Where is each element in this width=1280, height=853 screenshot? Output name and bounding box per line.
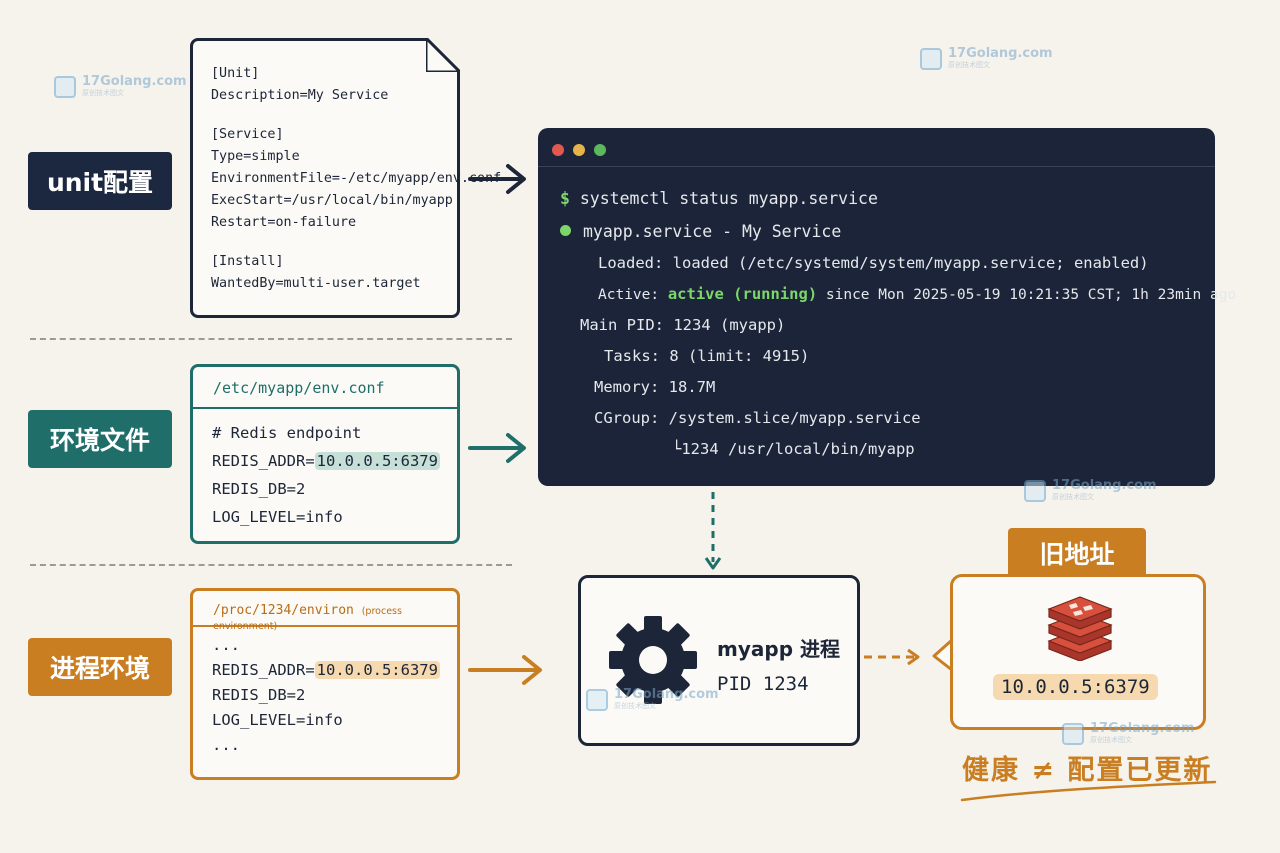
- arrow-right-icon: [468, 655, 542, 685]
- watermark-logo-icon: [54, 75, 76, 98]
- row-label-proc: 进程环境: [28, 638, 172, 696]
- row-divider: [30, 338, 512, 340]
- unit-line: WantedBy=multi-user.target: [211, 276, 421, 291]
- watermark-logo-icon: [1024, 479, 1046, 502]
- watermark-logo-icon: [1062, 722, 1084, 745]
- old-address-value: 10.0.0.5:6379: [993, 674, 1158, 700]
- conclusion-caption: 健康 ≠ 配置已更新: [962, 755, 1213, 786]
- proc-ellipsis: ...: [212, 736, 240, 754]
- unit-line: EnvironmentFile=-/etc/myapp/env.conf: [211, 171, 502, 186]
- watermark: 17Golang.com 原创技术图文: [920, 47, 1053, 70]
- process-pid: PID 1234: [717, 673, 809, 695]
- proc-env-path: /proc/1234/environ (process environment): [193, 591, 457, 632]
- minimize-dot-icon: [573, 144, 585, 156]
- terminal-cgroup-child: └1234 /usr/local/bin/myapp: [672, 440, 915, 458]
- terminal-command: $ systemctl status myapp.service: [560, 189, 878, 208]
- window-controls: [552, 144, 606, 156]
- status-dot-icon: [560, 225, 571, 236]
- env-file-card: /etc/myapp/env.conf # Redis endpoint RED…: [190, 364, 460, 544]
- unit-line: [Unit]: [211, 66, 260, 81]
- row-divider: [30, 564, 512, 566]
- unit-line: [Service]: [211, 127, 284, 142]
- terminal-service-line: myapp.service - My Service: [560, 222, 841, 241]
- proc-addr-line: REDIS_ADDR= 10.0.0.5:6379: [212, 661, 440, 679]
- unit-line: Restart=on-failure: [211, 215, 357, 230]
- terminal-loaded: Loaded: loaded (/etc/systemd/system/myap…: [598, 254, 1149, 272]
- env-db-line: REDIS_DB=2: [212, 480, 306, 498]
- terminal-cgroup: CGroup: /system.slice/myapp.service: [594, 409, 921, 427]
- env-log-line: LOG_LEVEL=info: [212, 508, 343, 526]
- watermark: 17Golang.com 原创技术图文: [1062, 722, 1195, 745]
- row-label-unit: unit配置: [28, 152, 172, 210]
- watermark-logo-icon: [586, 688, 608, 711]
- document-icon: [426, 38, 460, 72]
- old-address-box: 10.0.0.5:6379: [950, 574, 1206, 730]
- watermark: 17Golang.com 原创技术图文: [1024, 479, 1157, 502]
- unit-line: [Install]: [211, 254, 284, 269]
- terminal-window: $ systemctl status myapp.service myapp.s…: [538, 128, 1236, 486]
- dashed-arrow-icon: [704, 492, 722, 570]
- process-title: myapp 进程: [717, 637, 840, 661]
- terminal-memory: Memory: 18.7M: [594, 378, 716, 396]
- terminal-tasks: Tasks: 8 (limit: 4915): [604, 347, 810, 365]
- env-addr-value: 10.0.0.5:6379: [314, 452, 440, 470]
- old-address-tag: 旧地址: [1008, 528, 1146, 578]
- proc-log-line: LOG_LEVEL=info: [212, 711, 343, 729]
- arrow-right-icon: [468, 433, 526, 463]
- env-file-path: /etc/myapp/env.conf: [193, 367, 457, 409]
- proc-addr-value: 10.0.0.5:6379: [314, 661, 440, 679]
- terminal-active: Active: active (running) since Mon 2025-…: [598, 285, 1237, 303]
- close-dot-icon: [552, 144, 564, 156]
- watermark: 17Golang.com 原创技术图文: [586, 688, 719, 711]
- process-box: myapp 进程 PID 1234: [578, 575, 860, 746]
- env-addr-line: REDIS_ADDR= 10.0.0.5:6379: [212, 452, 440, 470]
- terminal-pid: Main PID: 1234 (myapp): [580, 316, 786, 334]
- unit-file-card: [Unit] Description=My Service [Service] …: [190, 38, 502, 318]
- proc-ellipsis: ...: [212, 636, 240, 654]
- unit-line: ExecStart=/usr/local/bin/myapp: [211, 193, 453, 208]
- dashed-arrow-icon: [864, 648, 920, 666]
- watermark-logo-icon: [920, 47, 942, 70]
- proc-db-line: REDIS_DB=2: [212, 686, 306, 704]
- maximize-dot-icon: [594, 144, 606, 156]
- env-comment: # Redis endpoint: [212, 424, 362, 442]
- unit-line: Description=My Service: [211, 88, 389, 103]
- proc-env-card: /proc/1234/environ (process environment)…: [190, 588, 460, 780]
- row-label-env: 环境文件: [28, 410, 172, 468]
- unit-line: Type=simple: [211, 149, 300, 164]
- watermark: 17Golang.com 原创技术图文: [54, 75, 187, 98]
- redis-icon: [1047, 596, 1113, 661]
